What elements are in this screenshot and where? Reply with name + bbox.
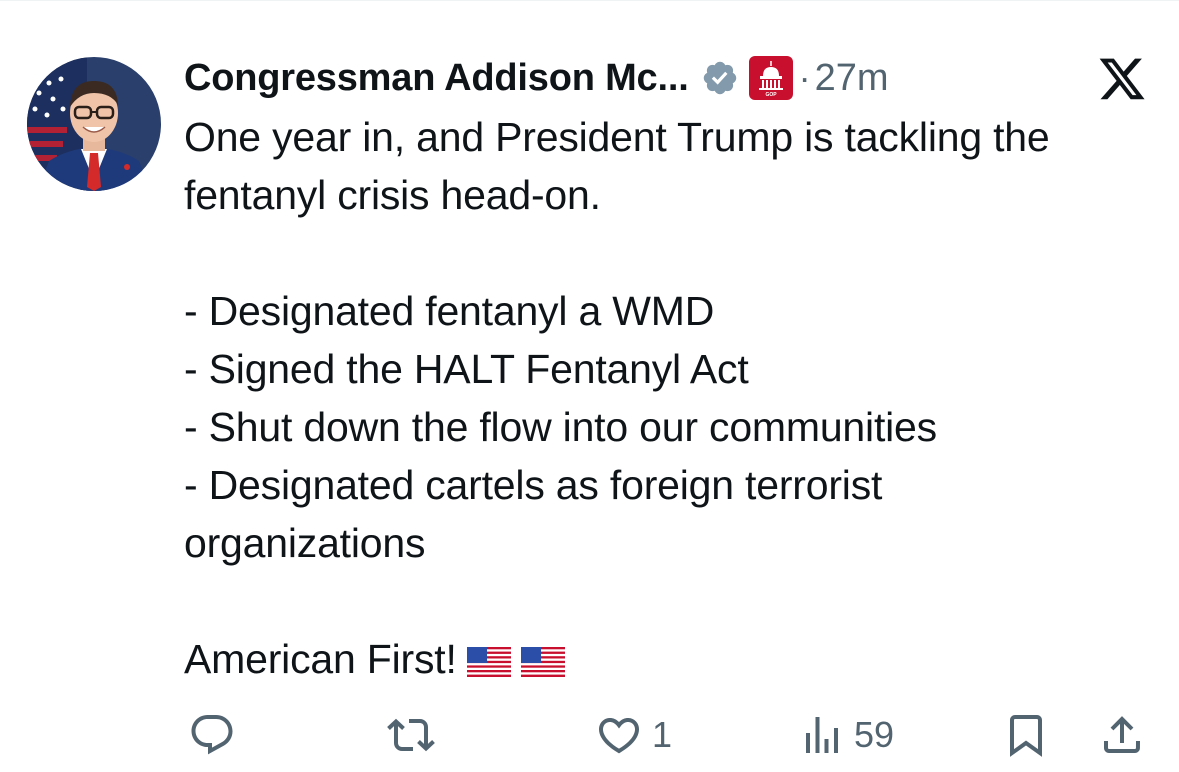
- us-flag-icon: [466, 647, 511, 677]
- house-gop-badge-icon[interactable]: GOP: [748, 56, 793, 100]
- bookmark-button[interactable]: [1002, 705, 1050, 765]
- closing-line: American First!🇺🇸 🇺🇸: [184, 630, 1164, 688]
- reply-button[interactable]: [188, 705, 236, 765]
- verified-badge-icon[interactable]: [701, 59, 739, 97]
- like-count: 1: [652, 714, 673, 755]
- retweet-button[interactable]: [386, 705, 436, 765]
- reply-icon: [191, 715, 233, 755]
- x-logo-icon[interactable]: [1097, 58, 1147, 104]
- tweet: Congressman Addison Mc... GOP · 27m One …: [0, 0, 1179, 772]
- views-icon: [806, 717, 838, 753]
- timestamp[interactable]: 27m: [815, 57, 889, 100]
- like-button[interactable]: 1: [594, 705, 672, 765]
- share-icon: [1104, 716, 1140, 753]
- tweet-text-line: One year in, and President Trump is tack…: [184, 114, 1050, 160]
- tweet-body: One year in, and President Trump is tack…: [184, 108, 1164, 688]
- display-name[interactable]: Congressman Addison Mc...: [184, 57, 689, 100]
- bullet-item: - Designated fentanyl a WMD: [184, 288, 715, 334]
- us-flag-icon: [520, 647, 565, 677]
- share-button[interactable]: [1098, 705, 1146, 765]
- bullet-item: - Signed the HALT Fentanyl Act: [184, 346, 749, 392]
- bookmark-icon: [1010, 715, 1042, 757]
- closing-text: American First!: [184, 636, 457, 682]
- action-bar: 1 59: [0, 705, 1179, 765]
- bullet-item: - Shut down the flow into our communitie…: [184, 404, 937, 450]
- tweet-text-line: fentanyl crisis head-on.: [184, 172, 601, 218]
- bullet-item-continuation: organizations: [184, 520, 426, 566]
- separator-dot: ·: [798, 57, 811, 98]
- views-button[interactable]: 59: [798, 705, 894, 765]
- svg-text:GOP: GOP: [765, 92, 777, 98]
- views-count: 59: [854, 714, 895, 755]
- tweet-header: Congressman Addison Mc... GOP · 27m: [184, 50, 888, 106]
- avatar[interactable]: [27, 57, 161, 191]
- retweet-icon: [387, 718, 435, 752]
- profile-photo: [27, 57, 161, 191]
- bullet-item: - Designated cartels as foreign terroris…: [184, 462, 883, 508]
- heart-icon: [598, 718, 640, 754]
